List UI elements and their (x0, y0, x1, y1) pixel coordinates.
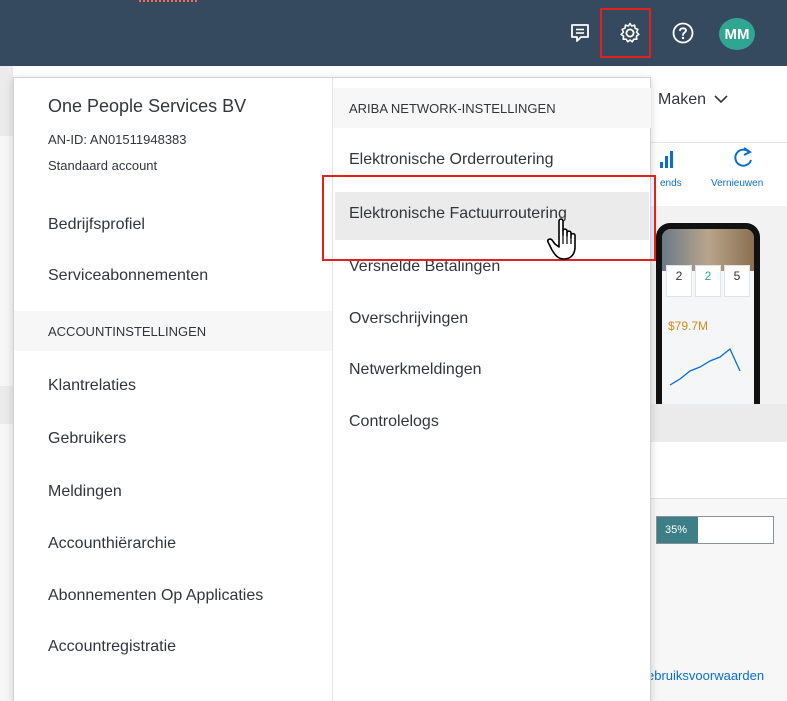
menu-item-audit-logs[interactable]: Controlelogs (349, 413, 439, 431)
progress-label: 35% (665, 524, 688, 536)
section-heading-account-settings: ACCOUNTINSTELLINGEN (14, 311, 332, 351)
menu-item-customer-relations[interactable]: Klantrelaties (48, 377, 136, 395)
menu-item-account-registration[interactable]: Accountregistratie (48, 638, 176, 656)
section-heading-network-settings: ARIBA NETWORK-INSTELLINGEN (333, 88, 651, 128)
hand-pointer-icon (545, 217, 585, 263)
settings-dropdown: One People Services BV AN-ID: AN01511948… (13, 77, 651, 701)
menu-item-remittances[interactable]: Overschrijvingen (349, 310, 468, 328)
avatar[interactable]: MM (719, 18, 755, 50)
header-accent-line (139, 0, 197, 2)
background-band (650, 404, 787, 442)
account-column: One People Services BV AN-ID: AN01511948… (14, 78, 332, 701)
account-id: AN-ID: AN01511948383 (48, 132, 187, 147)
bar-chart-icon[interactable] (658, 148, 680, 175)
trends-label[interactable]: ends (660, 178, 682, 189)
help-icon[interactable] (670, 20, 696, 46)
background-left-strip (0, 66, 13, 701)
phone-tile: 2 (695, 265, 721, 297)
menu-item-company-profile[interactable]: Bedrijfsprofiel (48, 216, 145, 234)
menu-item-application-subscriptions[interactable]: Abonnementen Op Applicaties (48, 587, 263, 605)
create-menu[interactable]: Maken (658, 91, 728, 109)
menu-item-users[interactable]: Gebruikers (48, 430, 126, 448)
background-card (650, 442, 787, 499)
invoice-routing-highlight-box (322, 175, 656, 261)
menu-item-service-subscriptions[interactable]: Serviceabonnementen (48, 267, 208, 285)
terms-link[interactable]: ebruiksvoorwaarden (647, 668, 764, 683)
chevron-down-icon (714, 91, 728, 107)
gear-highlight-box (600, 8, 651, 58)
company-name: One People Services BV (48, 96, 247, 116)
phone-tile: 5 (724, 265, 750, 297)
account-type: Standaard account (48, 158, 158, 173)
progress-bar: 35% (656, 516, 774, 544)
menu-item-account-hierarchy[interactable]: Accounthiërarchie (48, 535, 176, 553)
feedback-icon[interactable] (567, 20, 593, 46)
phone-tile: 2 (666, 265, 692, 297)
refresh-icon[interactable] (732, 146, 754, 177)
progress-fill: 35% (657, 517, 698, 543)
menu-item-electronic-order-routing[interactable]: Elektronische Orderroutering (349, 151, 554, 169)
create-label: Maken (658, 91, 707, 108)
menu-item-network-notifications[interactable]: Netwerkmeldingen (349, 361, 482, 379)
shell-header: MM (0, 0, 787, 66)
phone-amount: $79.7M (668, 319, 709, 333)
phone-line-chart (669, 347, 741, 386)
menu-item-notifications[interactable]: Meldingen (48, 483, 122, 501)
network-settings-column: ARIBA NETWORK-INSTELLINGEN Elektronische… (333, 78, 651, 701)
refresh-label[interactable]: Vernieuwen (711, 178, 763, 189)
phone-promo-image: 2 2 5 $79.7M (656, 223, 760, 405)
